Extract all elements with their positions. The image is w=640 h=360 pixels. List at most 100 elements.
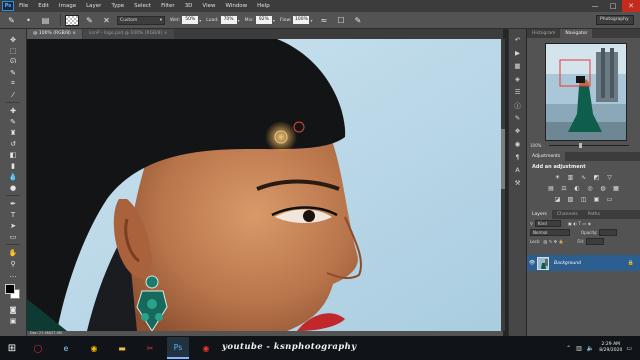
brush-preset-icon[interactable]: • <box>22 14 35 27</box>
navigator-zoom-value[interactable]: 100% <box>530 143 541 148</box>
menu-3d[interactable]: 3D <box>180 0 198 12</box>
screen-mode-icon[interactable]: ▣ <box>7 315 19 326</box>
menu-select[interactable]: Select <box>129 0 156 12</box>
tab-channels[interactable]: Channels <box>552 210 583 219</box>
notifications-icon[interactable]: ▭ <box>626 345 632 352</box>
edge-icon[interactable]: e <box>55 337 77 359</box>
load-field[interactable]: 70% <box>220 16 237 24</box>
mix-field[interactable]: 92% <box>255 16 272 24</box>
navigator-zoom-slider[interactable] <box>549 143 629 148</box>
threshold-icon[interactable]: ◫ <box>579 195 588 203</box>
foreground-color-swatch[interactable] <box>5 284 15 294</box>
lasso-tool-icon[interactable]: ᘏ <box>7 56 19 67</box>
fill-field[interactable] <box>586 238 605 245</box>
chevron-up-icon[interactable]: ⌃ <box>566 345 571 352</box>
quick-selection-tool-icon[interactable]: ✎ <box>7 67 19 78</box>
photoshop-taskbar-icon[interactable]: Ps <box>167 337 189 359</box>
brush-panel-icon[interactable]: ▤ <box>39 14 52 27</box>
eraser-tool-icon[interactable]: ◧ <box>7 149 19 160</box>
shape-tool-icon[interactable]: ▭ <box>7 231 19 242</box>
levels-icon[interactable]: ▥ <box>566 173 575 181</box>
menu-layer[interactable]: Layer <box>81 0 106 12</box>
menu-type[interactable]: Type <box>106 0 129 12</box>
type-tool-icon[interactable]: T <box>7 209 19 220</box>
menu-filter[interactable]: Filter <box>156 0 180 12</box>
file-explorer-icon[interactable]: ▬ <box>111 337 133 359</box>
menu-help[interactable]: Help <box>252 0 275 12</box>
menu-file[interactable]: File <box>14 0 33 12</box>
chevron-down-icon[interactable]: ▾ <box>273 18 275 23</box>
windows-start-icon[interactable]: ⊞ <box>0 336 24 360</box>
clean-brush-icon[interactable]: ✕ <box>100 14 113 27</box>
posterize-icon[interactable]: ▨ <box>566 195 575 203</box>
chrome-icon[interactable]: ◉ <box>83 337 105 359</box>
document-tab-active[interactable]: @ 100% (RGB/8) × <box>27 29 83 39</box>
wet-field[interactable]: 50% <box>182 16 199 24</box>
history-icon[interactable]: ↶ <box>512 34 524 45</box>
channel-mixer-icon[interactable]: ◍ <box>599 184 608 192</box>
eyedropper-tool-icon[interactable]: ⁄ <box>7 89 19 100</box>
volume-icon[interactable]: 🔈 <box>587 345 594 352</box>
actions-icon[interactable]: ▶ <box>512 47 524 58</box>
styles-icon[interactable]: ◈ <box>512 73 524 84</box>
path-selection-tool-icon[interactable]: ➤ <box>7 220 19 231</box>
zoom-slider-knob[interactable] <box>579 143 582 148</box>
workspace-select[interactable]: Photography <box>596 15 634 25</box>
layer-row-background[interactable]: 👁 Background 🔒 <box>527 255 640 271</box>
menu-window[interactable]: Window <box>220 0 252 12</box>
mixer-brush-icon[interactable]: ✎ <box>5 14 18 27</box>
info-icon[interactable]: ⓘ <box>512 99 524 110</box>
tab-adjustments[interactable]: Adjustments <box>527 152 566 161</box>
tab-navigator[interactable]: Navigator <box>560 29 593 38</box>
gradient-tool-icon[interactable]: ▮ <box>7 160 19 171</box>
exposure-icon[interactable]: ◩ <box>592 173 601 181</box>
tab-paths[interactable]: Paths <box>583 210 605 219</box>
swatches-icon[interactable]: ▦ <box>512 60 524 71</box>
sample-all-layers-icon[interactable]: ☐ <box>334 14 347 27</box>
filter-icons[interactable]: ▣◐T▭◈ <box>568 221 593 226</box>
more-tools-icon[interactable]: … <box>7 269 19 280</box>
color-lookup-icon[interactable]: ▦ <box>612 184 621 192</box>
navigator-thumbnail[interactable] <box>545 43 627 141</box>
chevron-down-icon[interactable]: ▾ <box>199 18 201 23</box>
brush-presets-icon[interactable]: ✎ <box>512 112 524 123</box>
character-icon[interactable]: A <box>512 164 524 175</box>
chevron-down-icon[interactable]: ▾ <box>310 18 312 23</box>
media-app-icon[interactable]: ✂ <box>139 337 161 359</box>
blur-tool-icon[interactable]: 💧 <box>7 171 19 182</box>
menu-view[interactable]: View <box>197 0 220 12</box>
move-tool-icon[interactable]: ✥ <box>7 34 19 45</box>
clone-stamp-tool-icon[interactable]: ♜ <box>7 127 19 138</box>
hue-saturation-icon[interactable]: ▤ <box>547 184 556 192</box>
filter-kind-select[interactable]: Kind <box>534 220 561 227</box>
menu-image[interactable]: Image <box>54 0 81 12</box>
opera-icon[interactable]: ◯ <box>27 337 49 359</box>
selective-color-icon[interactable]: ▣ <box>592 195 601 203</box>
document-canvas[interactable] <box>27 39 503 331</box>
tab-layers[interactable]: Layers <box>527 210 552 219</box>
scrollbar-thumb[interactable] <box>501 129 505 189</box>
minimize-button[interactable]: — <box>586 0 604 12</box>
vibrance-icon[interactable]: ▽ <box>605 173 614 181</box>
close-button[interactable]: ✕ <box>622 0 640 12</box>
document-tab-logo[interactable]: ksnP - logo.psd @ 100% (RGB/8) × <box>83 29 174 39</box>
clone-source-icon[interactable]: ◉ <box>512 138 524 149</box>
curves-icon[interactable]: ∿ <box>579 173 588 181</box>
tab-histogram[interactable]: Histogram <box>527 29 560 38</box>
vertical-scrollbar[interactable] <box>501 39 505 331</box>
brightness-contrast-icon[interactable]: ☀ <box>553 173 562 181</box>
tool-presets-icon[interactable]: ⚒ <box>512 177 524 188</box>
photo-filter-icon[interactable]: ◎ <box>586 184 595 192</box>
blend-preset-dropdown[interactable]: Custom ▾ <box>117 15 165 25</box>
brush-icon[interactable]: ❖ <box>512 125 524 136</box>
quick-mask-icon[interactable]: ◙ <box>7 304 19 315</box>
paragraph-icon[interactable]: ¶ <box>512 151 524 162</box>
black-white-icon[interactable]: ◐ <box>573 184 582 192</box>
opacity-field[interactable] <box>599 229 618 236</box>
flow-field[interactable]: 100% <box>293 16 310 24</box>
eye-icon[interactable]: 👁 <box>527 260 537 266</box>
blend-mode-select[interactable]: Normal <box>530 229 570 236</box>
lock-icons[interactable]: ▨✎✥🔒 <box>543 239 565 244</box>
menu-edit[interactable]: Edit <box>33 0 54 12</box>
maximize-button[interactable]: □ <box>604 0 622 12</box>
